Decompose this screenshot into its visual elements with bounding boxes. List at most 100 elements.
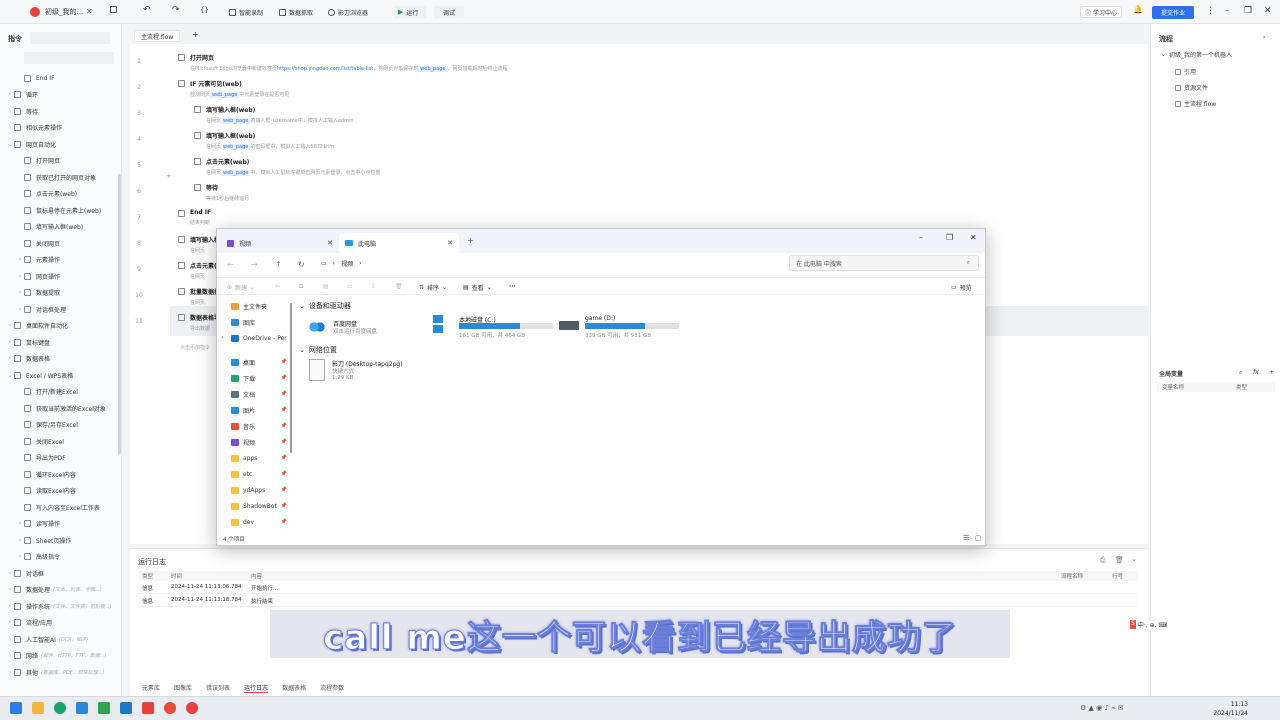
flow-step[interactable]: IF 元素可见(web) 检测网页 web_page 中元素登录在是否可见 [190, 79, 289, 98]
sidebar-item[interactable]: › 数据表格 [0, 351, 121, 367]
sidebar-item[interactable]: › 桌面软件自动化 [0, 318, 121, 334]
nav-item[interactable]: 桌面 📌 [231, 355, 291, 369]
sidebar-item[interactable]: › 网页操作 [0, 268, 121, 284]
search-icon[interactable]: ⌕ [1239, 369, 1242, 377]
sidebar-item[interactable]: 打开网页 [0, 153, 121, 169]
nav-item[interactable]: 视频 📌 [231, 435, 291, 449]
sidebar-item[interactable]: ⌄ 网页自动化 [0, 136, 121, 152]
search-input[interactable]: 在 此电脑 中搜索 ⌕ [789, 255, 979, 271]
sidebar-item[interactable]: › 网络 (邮件、HTTP、FTP、数据...) [0, 648, 121, 664]
close-tab-icon[interactable]: ✕ [447, 239, 453, 247]
sidebar-item[interactable]: › 其他 (数据库、PDF、异常处理...) [0, 664, 121, 680]
code-icon[interactable]: {} [200, 6, 209, 14]
flow-step[interactable]: 填写输入框(web) 在网页 web_page 的输入框_username中，模拟人工… [206, 105, 354, 124]
edge-icon[interactable] [54, 702, 66, 714]
tab-video[interactable]: 视频 ✕ [221, 233, 339, 253]
tab-image-library[interactable]: 图像库 [174, 683, 192, 693]
yingdao-icon[interactable] [142, 702, 154, 714]
scrollbar[interactable] [118, 174, 121, 454]
data-capture-button[interactable]: 数据抓取 [275, 6, 317, 18]
cut-icon[interactable]: ✂ [275, 283, 280, 290]
add-instruction-hint[interactable]: 点击添加指令 [180, 344, 210, 351]
new-button[interactable]: ⊕ 新建 ⌄ [227, 283, 255, 292]
sidebar-item[interactable]: 循环Excel内容 [0, 466, 121, 482]
drive-c[interactable]: 本地磁盘 (C:) 161 GB 可用，共 464 GB [433, 315, 553, 341]
share-icon[interactable]: ⇪ [371, 283, 376, 290]
sidebar-item[interactable]: › 高级指令 [0, 549, 121, 565]
address-bar[interactable]: ▭ › 视频 › [321, 256, 781, 271]
nav-item[interactable]: 音乐 📌 [231, 419, 291, 433]
close-tab-icon[interactable]: ✕ [327, 239, 333, 247]
sidebar-item[interactable]: › 循环 [0, 87, 121, 103]
sidebar-item[interactable]: › 对话框处理 [0, 301, 121, 317]
up-icon[interactable]: ↑ [275, 260, 282, 269]
maximize-icon[interactable]: ❐ [946, 233, 953, 242]
tree-item-reference[interactable]: 引用 [1175, 67, 1196, 76]
run-button[interactable]: ▶ 运行 [394, 6, 426, 18]
drive-d[interactable]: game (D:) 339 GB 可用，共 931 GB [559, 315, 679, 341]
sort-button[interactable]: ⇅ 排序 ⌄ [419, 283, 447, 292]
store-icon[interactable] [76, 702, 88, 714]
debug-button[interactable]: 调试 [434, 6, 464, 18]
chevron-down-icon[interactable]: ⌄ [1131, 555, 1137, 563]
delete-icon[interactable]: 🗑 [1115, 556, 1124, 564]
sidebar-item[interactable]: 保存/另存Excel [0, 417, 121, 433]
network-shortcut-item[interactable]: 影刀 (Desktop-tapq2pg) 快捷方式 1.29 KB [307, 359, 427, 385]
tree-item-resources[interactable]: 资源文件 [1175, 83, 1208, 92]
sidebar-item[interactable]: 关闭网页 [0, 235, 121, 251]
network-section-title[interactable]: ⌄ 网络位置 [299, 345, 337, 355]
sidebar-item[interactable]: › 对话框 [0, 565, 121, 581]
vscode-icon[interactable] [120, 702, 132, 714]
more-icon[interactable]: ⋮ [1206, 6, 1215, 16]
tab-flow-params[interactable]: 流程参数 [320, 683, 344, 693]
tab-data-table[interactable]: 数据表格 [282, 683, 306, 693]
app-icon[interactable] [98, 702, 110, 714]
sidebar-item[interactable]: › 相似元素操作 [0, 120, 121, 136]
rename-icon[interactable]: ▭ [347, 283, 353, 290]
preview-button[interactable]: ▭ 预览 [951, 283, 972, 292]
save-icon[interactable] [110, 6, 117, 15]
sidebar-item[interactable]: 获取当前激活的Excel对象 [0, 400, 121, 416]
details-view-icon[interactable]: ☰ [963, 534, 969, 542]
flow-step[interactable]: 点击元素(在网页 [190, 261, 217, 280]
tiles-view-icon[interactable]: ▢ [975, 534, 982, 542]
devices-section-title[interactable]: ⌄ 设备和驱动器 [299, 301, 351, 311]
submit-homework-button[interactable]: 提交作业 [1152, 6, 1194, 19]
scrollbar[interactable] [290, 303, 292, 453]
flow-step[interactable]: 等待 等待1秒后继续运行 [206, 183, 249, 202]
export-icon[interactable]: ⎙ [1100, 556, 1106, 565]
flow-step[interactable]: 点击元素(web) 在网页 web_page 中，模拟人工鼠标左键单击网页元素登录，点… [206, 157, 380, 176]
panel-tabs[interactable] [24, 52, 114, 64]
nav-item[interactable]: 下载 📌 [231, 371, 291, 385]
tab-element-library[interactable]: 元素库 [142, 683, 160, 693]
nav-item[interactable]: ShadowBot 📌 [231, 499, 291, 513]
view-button[interactable]: ▤ 查看 ⌄ [463, 283, 492, 292]
sidebar-item[interactable]: 点击元素(web) [0, 186, 121, 202]
sidebar-item[interactable]: › 操作系统 (文件、文件夹、剪贴板...) [0, 598, 121, 614]
new-tab-icon[interactable]: + [467, 236, 474, 245]
bell-icon[interactable]: 🔔 [1133, 5, 1143, 14]
copy-icon[interactable]: ⧉ [299, 283, 303, 291]
tree-item-main-flow[interactable]: 主流程.flow [1175, 99, 1216, 108]
sidebar-item[interactable]: 导出为PDF [0, 450, 121, 466]
close-tab-icon[interactable]: ✕ [86, 7, 93, 16]
search-input[interactable] [30, 32, 110, 44]
tab-main-flow[interactable]: 主流程.flow [134, 30, 181, 42]
nav-item[interactable]: 文档 📌 [231, 387, 291, 401]
minimize-icon[interactable]: – [919, 233, 923, 242]
sidebar-item[interactable]: 读取Excel内容 [0, 483, 121, 499]
nav-item[interactable]: ydApps 📌 [231, 483, 291, 497]
nav-item[interactable]: 图库 [231, 315, 291, 329]
sidebar-item[interactable]: › Sheet页操作 [0, 532, 121, 548]
file-explorer-icon[interactable] [32, 702, 44, 714]
delete-icon[interactable]: 🗑 [395, 283, 403, 290]
sidebar-item[interactable]: › 读写操作 [0, 516, 121, 532]
ime-indicator[interactable]: S 中·, ⊕, ⌨ [1128, 620, 1170, 629]
sidebar-item[interactable]: 鼠标悬停在元素上(web) [0, 202, 121, 218]
sidebar-item[interactable]: › 数据处理 (文本、列表、字典...) [0, 582, 121, 598]
nav-item[interactable]: dev 📌 [231, 515, 291, 529]
nav-item[interactable]: apps 📌 [231, 451, 291, 465]
sidebar-item[interactable]: › 人工智能AI (OCR、NLP) [0, 631, 121, 647]
sidebar-item[interactable]: 打开/新建Excel [0, 384, 121, 400]
sidebar-item[interactable]: › 数据提取 [0, 285, 121, 301]
